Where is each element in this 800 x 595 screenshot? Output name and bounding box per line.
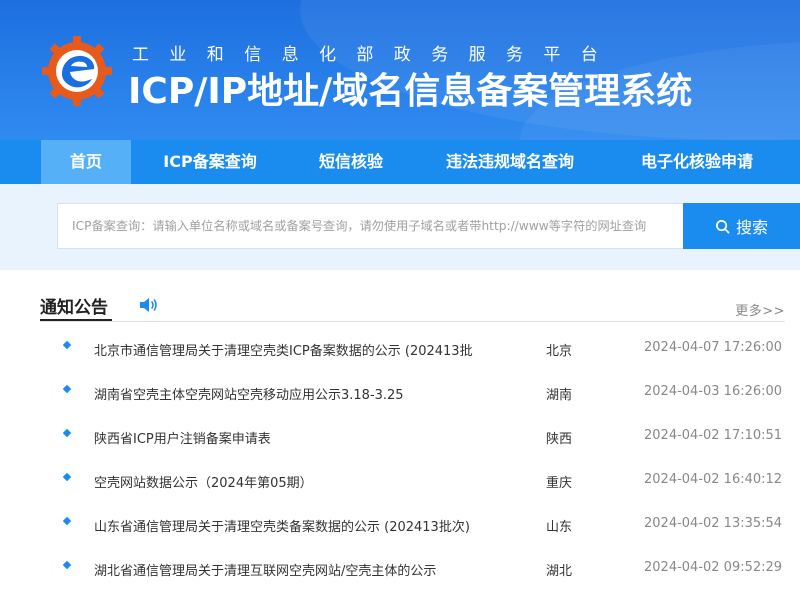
bullet-icon — [62, 428, 72, 438]
site-header: 工业和信息化部政务服务平台 ICP/IP地址/域名信息备案管理系统 — [0, 0, 800, 140]
header-title: ICP/IP地址/域名信息备案管理系统 — [128, 71, 693, 112]
notice-row[interactable]: 陕西省ICP用户注销备案申请表 陕西 2024-04-02 17:10:51 — [0, 414, 800, 458]
notice-row-title[interactable]: 陕西省ICP用户注销备案申请表 — [94, 428, 271, 447]
notice-row-date: 2024-04-02 09:52:29 — [644, 560, 783, 575]
bullet-icon — [62, 560, 72, 570]
notice-row[interactable]: 湖北省通信管理局关于清理互联网空壳网站/空壳主体的公示 湖北 2024-04-0… — [0, 546, 800, 590]
notice-row-date: 2024-04-02 17:10:51 — [644, 428, 783, 443]
notice-row[interactable]: 北京市通信管理局关于清理空壳类ICP备案数据的公示 (202413批 北京 20… — [0, 326, 800, 370]
notice-header: 通知公告 更多>> — [40, 290, 785, 322]
notice-row[interactable]: 湖南省空壳主体空壳网站空壳移动应用公示3.18-3.25 湖南 2024-04-… — [0, 370, 800, 414]
notice-row-date: 2024-04-03 16:26:00 — [644, 384, 783, 399]
search-input[interactable] — [57, 203, 683, 249]
notice-row-region: 湖南 — [546, 388, 573, 403]
nav-item-sms-verify[interactable]: 短信核验 — [302, 140, 400, 184]
bullet-icon — [62, 340, 72, 350]
notice-row[interactable]: 山东省通信管理局关于清理空壳类备案数据的公示 (202413批次) 山东 202… — [0, 502, 800, 546]
notice-row-region: 北京 — [546, 344, 573, 359]
divider — [40, 321, 785, 322]
nav-item-home[interactable]: 首页 — [41, 140, 131, 184]
search-button-label: 搜索 — [735, 218, 768, 237]
notice-row-date: 2024-04-07 17:26:00 — [644, 340, 783, 355]
nav-item-icp-query[interactable]: ICP备案查询 — [148, 140, 272, 184]
notice-list: 北京市通信管理局关于清理空壳类ICP备案数据的公示 (202413批 北京 20… — [0, 326, 800, 590]
notice-row-title[interactable]: 湖北省通信管理局关于清理互联网空壳网站/空壳主体的公示 — [94, 560, 436, 579]
notice-row-title[interactable]: 空壳网站数据公示（2024年第05期） — [94, 472, 313, 491]
notice-row-date: 2024-04-02 13:35:54 — [644, 516, 783, 531]
notice-row-region: 山东 — [546, 520, 573, 535]
notice-title: 通知公告 — [40, 298, 108, 318]
speaker-icon — [140, 298, 157, 312]
notice-row-region: 陕西 — [546, 432, 573, 447]
bullet-icon — [62, 516, 72, 526]
notice-row[interactable]: 空壳网站数据公示（2024年第05期） 重庆 2024-04-02 16:40:… — [0, 458, 800, 502]
search-icon — [716, 219, 730, 233]
bullet-icon — [62, 384, 72, 394]
notice-row-title[interactable]: 北京市通信管理局关于清理空壳类ICP备案数据的公示 (202413批 — [94, 340, 473, 359]
notice-row-date: 2024-04-02 16:40:12 — [644, 472, 783, 487]
main-nav: 首页 ICP备案查询 短信核验 违法违规域名查询 电子化核验申请 — [0, 140, 800, 184]
nav-item-e-verify-apply[interactable]: 电子化核验申请 — [624, 140, 770, 184]
search-button[interactable]: 搜索 — [683, 203, 800, 249]
bullet-icon — [62, 472, 72, 482]
ministry-logo — [42, 36, 112, 106]
notice-row-title[interactable]: 湖南省空壳主体空壳网站空壳移动应用公示3.18-3.25 — [94, 384, 404, 403]
search-section: 搜索 — [0, 184, 800, 270]
more-link[interactable]: 更多>> — [735, 300, 785, 319]
notice-row-region: 重庆 — [546, 476, 573, 491]
notice-row-region: 湖北 — [546, 564, 573, 579]
notice-row-title[interactable]: 山东省通信管理局关于清理空壳类备案数据的公示 (202413批次) — [94, 516, 470, 535]
nav-item-illegal-domain-query[interactable]: 违法违规域名查询 — [428, 140, 592, 184]
